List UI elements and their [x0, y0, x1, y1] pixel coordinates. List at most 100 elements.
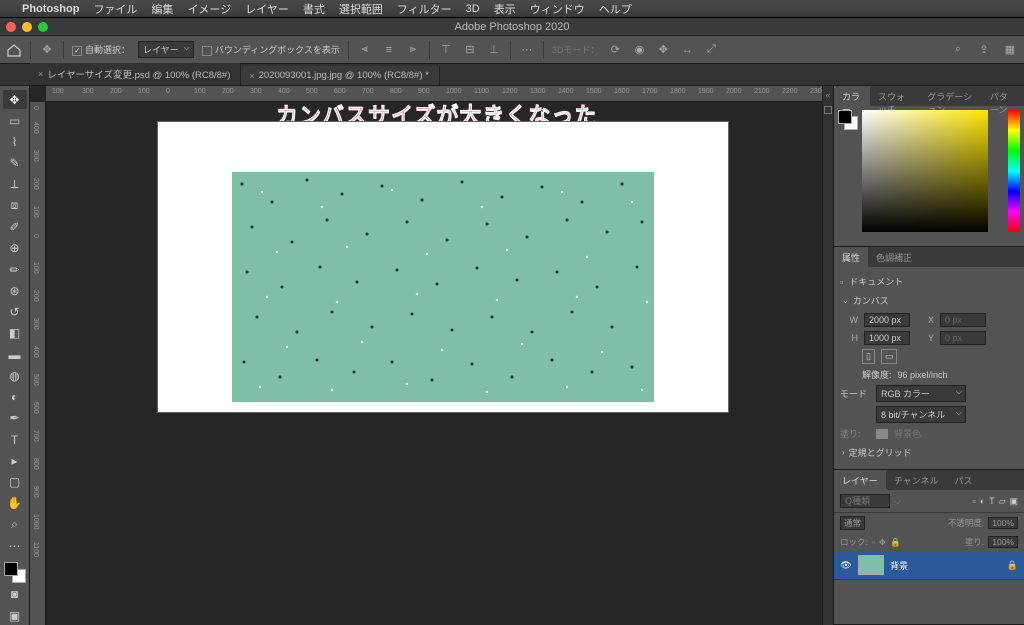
bounding-box-checkbox[interactable]: バウンディングボックスを表示: [202, 43, 340, 56]
eyedropper-tool[interactable]: ✐: [3, 218, 27, 237]
filter-shape-icon[interactable]: ▱: [999, 496, 1006, 507]
menu-help[interactable]: ヘルプ: [599, 1, 632, 17]
panel-icon[interactable]: [824, 106, 832, 114]
close-tab-icon[interactable]: ×: [249, 71, 254, 81]
menu-filter[interactable]: フィルター: [397, 1, 452, 17]
bit-depth-dropdown[interactable]: 8 bit/チャンネル: [876, 406, 966, 423]
quick-mask-icon[interactable]: ◙: [3, 585, 27, 604]
edit-toolbar-icon[interactable]: ⋯: [3, 536, 27, 555]
frame-tool[interactable]: ⧈: [3, 196, 27, 215]
height-input[interactable]: 1000 px: [864, 331, 910, 345]
path-select-tool[interactable]: ▸: [3, 451, 27, 470]
tab-layers[interactable]: レイヤー: [834, 470, 886, 490]
fill-opacity-input[interactable]: 100%: [988, 536, 1018, 548]
lock-pixels-icon[interactable]: ▫: [872, 537, 875, 547]
orientation-landscape-icon[interactable]: ▭: [881, 349, 898, 364]
x-input[interactable]: 0 px: [940, 313, 986, 327]
quick-select-tool[interactable]: ✎: [3, 154, 27, 173]
menu-edit[interactable]: 編集: [151, 1, 173, 17]
color-field[interactable]: [862, 110, 988, 232]
3d-slide-icon[interactable]: ↔: [679, 42, 695, 58]
layer-thumbnail[interactable]: [858, 555, 884, 575]
brush-tool[interactable]: ✏: [3, 260, 27, 279]
tab-channels[interactable]: チャンネル: [886, 470, 947, 490]
tab-paths[interactable]: パス: [946, 470, 980, 490]
align-center-v-icon[interactable]: ⊟: [462, 42, 478, 58]
crop-tool[interactable]: ⟂: [3, 175, 27, 194]
pen-tool[interactable]: ✒: [3, 409, 27, 428]
document-tab[interactable]: ×レイヤーサイズ変更.psd @ 100% (RC8/8#): [30, 63, 241, 85]
minimize-window-icon[interactable]: [22, 22, 32, 32]
dodge-tool[interactable]: ◐: [3, 388, 27, 407]
color-mode-dropdown[interactable]: RGB カラー: [876, 385, 966, 402]
tab-color[interactable]: カラー: [834, 86, 870, 106]
3d-orbit-icon[interactable]: ⟳: [607, 42, 623, 58]
opacity-input[interactable]: 100%: [988, 517, 1018, 529]
gradient-tool[interactable]: ▬: [3, 345, 27, 364]
eraser-tool[interactable]: ◧: [3, 324, 27, 343]
menu-type[interactable]: 書式: [303, 1, 325, 17]
layer-filter-input[interactable]: [840, 494, 890, 508]
distribute-icon[interactable]: ⋯: [519, 42, 535, 58]
menu-file[interactable]: ファイル: [93, 1, 137, 17]
marquee-tool[interactable]: ▭: [3, 111, 27, 130]
menu-window[interactable]: ウィンドウ: [530, 1, 585, 17]
zoom-tool[interactable]: ⌕: [3, 515, 27, 534]
hand-tool[interactable]: ✋: [3, 494, 27, 513]
lock-all-icon[interactable]: 🔒: [890, 537, 901, 548]
move-tool[interactable]: ✥: [3, 90, 27, 109]
filter-smart-icon[interactable]: ▣: [1009, 496, 1018, 507]
zoom-window-icon[interactable]: [38, 22, 48, 32]
ruler-horizontal[interactable]: 100 300 200 100 0 100 200 300 400 500 60…: [46, 86, 822, 102]
close-window-icon[interactable]: [6, 22, 16, 32]
fill-swatch-icon[interactable]: [876, 429, 888, 439]
close-tab-icon[interactable]: ×: [38, 69, 43, 79]
share-icon[interactable]: ⇪: [976, 42, 992, 58]
auto-select-checkbox[interactable]: 自動選択：: [72, 43, 130, 56]
y-input[interactable]: 0 px: [940, 331, 986, 345]
filter-image-icon[interactable]: ▫: [972, 496, 975, 506]
blend-mode-dropdown[interactable]: 通常: [840, 516, 865, 530]
tab-properties[interactable]: 属性: [834, 247, 868, 267]
type-tool[interactable]: T: [3, 430, 27, 449]
tab-adjustments[interactable]: 色調補正: [868, 247, 920, 267]
screen-mode-icon[interactable]: ▣: [3, 606, 27, 625]
document-tab[interactable]: ×2020093001.jpg.jpg @ 100% (RC8/8#) *: [241, 66, 439, 85]
align-center-h-icon[interactable]: ≡: [381, 42, 397, 58]
menu-select[interactable]: 選択範囲: [339, 1, 383, 17]
lock-position-icon[interactable]: ✥: [879, 537, 886, 548]
shape-tool[interactable]: ▢: [3, 473, 27, 492]
color-picker[interactable]: [834, 106, 1024, 246]
filter-adjust-icon[interactable]: ◐: [980, 496, 985, 506]
3d-scale-icon[interactable]: ⤢: [703, 42, 719, 58]
blur-tool[interactable]: ◍: [3, 366, 27, 385]
3d-roll-icon[interactable]: ◉: [631, 42, 647, 58]
tab-patterns[interactable]: パターン: [982, 86, 1024, 106]
align-bottom-icon[interactable]: ⊥: [486, 42, 502, 58]
menu-app[interactable]: Photoshop: [22, 3, 79, 15]
rulers-grid-section[interactable]: ›定規とグリッド: [840, 442, 1018, 463]
stamp-tool[interactable]: ⊛: [3, 281, 27, 300]
viewport[interactable]: カンバスサイズが大きくなった: [46, 102, 822, 625]
canvas-section[interactable]: ⌄カンバス: [840, 290, 1018, 311]
layer-name[interactable]: 背景: [890, 559, 908, 572]
ruler-vertical[interactable]: 0 400 300 200 100 0 100 200 300 400 500 …: [30, 102, 46, 625]
expand-panels-icon[interactable]: «: [825, 90, 830, 100]
search-icon[interactable]: ⌕: [950, 42, 966, 58]
filter-dropdown-icon[interactable]: ⌵: [894, 496, 901, 507]
menu-3d[interactable]: 3D: [466, 3, 480, 15]
layer-row[interactable]: 👁 背景 🔒: [834, 551, 1024, 580]
auto-select-dropdown[interactable]: レイヤー: [138, 41, 194, 58]
filter-type-icon[interactable]: T: [989, 496, 995, 506]
history-brush-tool[interactable]: ↺: [3, 303, 27, 322]
align-right-icon[interactable]: ⫸: [405, 42, 421, 58]
lasso-tool[interactable]: ⌇: [3, 133, 27, 152]
width-input[interactable]: 2000 px: [864, 313, 910, 327]
workspace-icon[interactable]: ▦: [1002, 42, 1018, 58]
menu-view[interactable]: 表示: [494, 1, 516, 17]
healing-tool[interactable]: ⊕: [3, 239, 27, 258]
orientation-portrait-icon[interactable]: ▯: [862, 349, 875, 364]
tab-gradients[interactable]: グラデーション: [919, 86, 981, 106]
3d-pan-icon[interactable]: ✥: [655, 42, 671, 58]
color-swatches[interactable]: [4, 562, 26, 583]
